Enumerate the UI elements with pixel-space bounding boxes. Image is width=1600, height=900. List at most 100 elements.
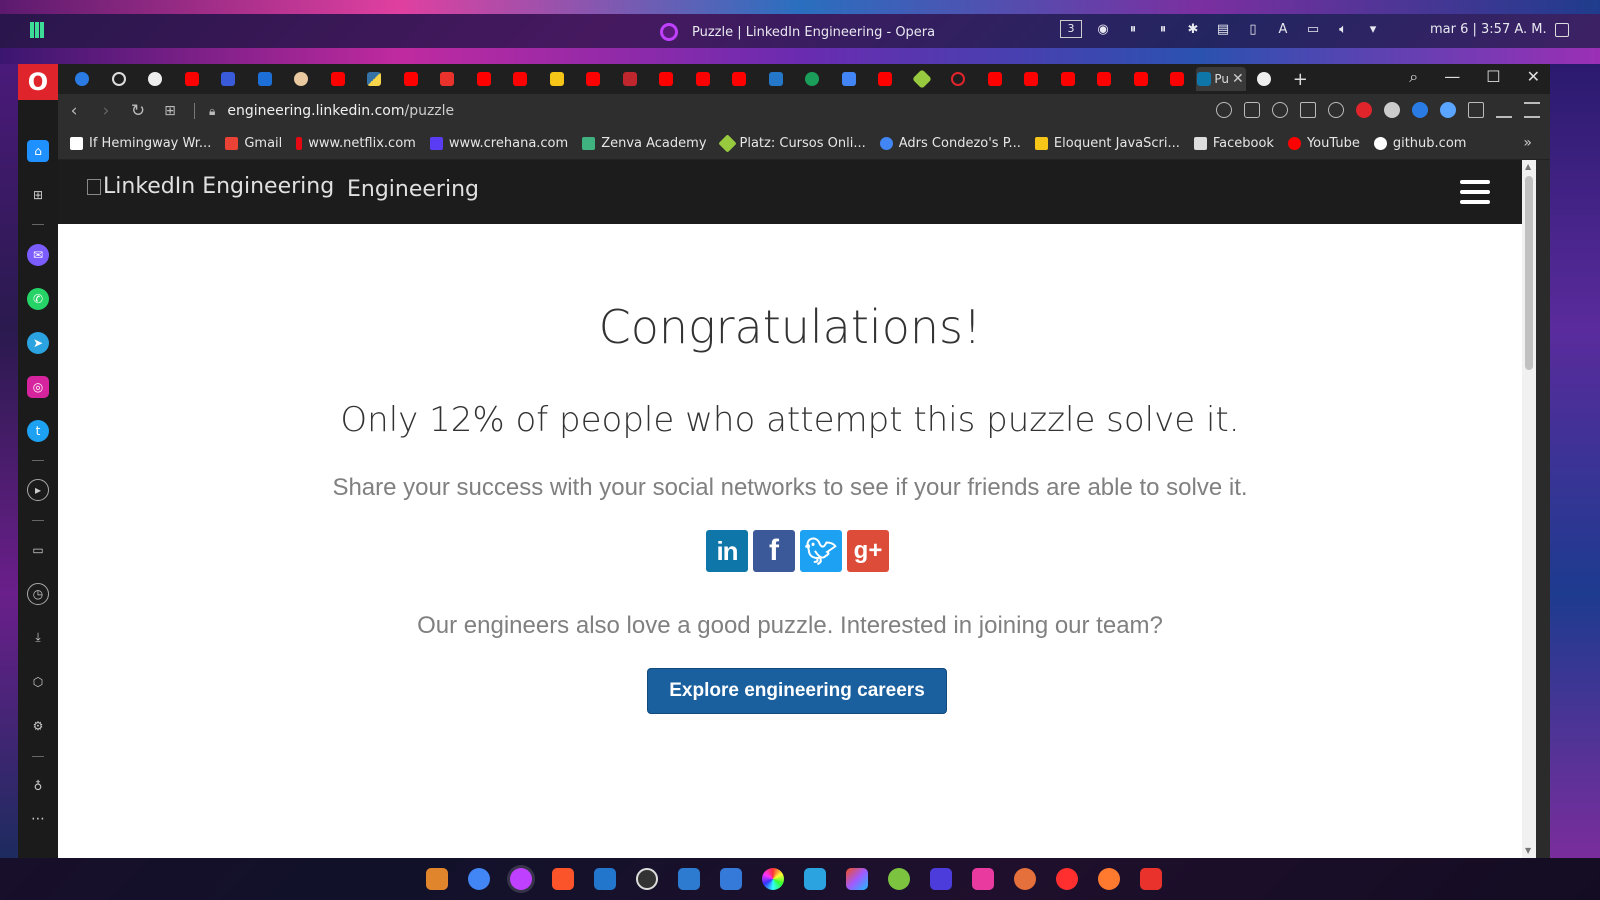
lock-icon[interactable]: 🔒︎ <box>209 104 215 119</box>
tab-active[interactable]: Pu ✕ <box>1195 67 1246 91</box>
obs-icon[interactable] <box>636 868 658 890</box>
bookmark-item[interactable]: Zenva Academy <box>582 136 707 151</box>
telegram-icon[interactable]: ➤ <box>27 332 49 354</box>
lightbulb-icon[interactable]: ♁ <box>27 775 49 797</box>
tab[interactable] <box>940 67 977 91</box>
workspace-indicator[interactable]: 3 <box>1060 20 1082 38</box>
chevron-down-icon[interactable]: ▾ <box>1364 20 1382 38</box>
tab[interactable] <box>721 67 758 91</box>
tab[interactable] <box>575 67 612 91</box>
downloads-icon[interactable]: ⤓ <box>27 626 49 648</box>
office-icon[interactable] <box>1140 868 1162 890</box>
keyboard-layout-icon[interactable]: A <box>1274 20 1292 38</box>
settings-icon[interactable] <box>1014 868 1036 890</box>
tab[interactable] <box>904 67 941 91</box>
tab[interactable] <box>1159 67 1196 91</box>
settings-icon[interactable]: ⚙ <box>27 715 49 737</box>
camera-icon[interactable] <box>1244 102 1260 118</box>
tab[interactable] <box>101 67 138 91</box>
bookmark-item[interactable]: Platz: Cursos Onli... <box>717 134 866 153</box>
tab[interactable] <box>539 67 576 91</box>
player-icon[interactable]: ▸ <box>27 479 49 501</box>
tab[interactable] <box>466 67 503 91</box>
tab[interactable] <box>174 67 211 91</box>
notes-icon[interactable] <box>972 868 994 890</box>
tab[interactable] <box>1123 67 1160 91</box>
easy-setup-icon[interactable] <box>1524 102 1540 118</box>
back-icon[interactable]: ‹ <box>58 101 90 121</box>
cloud-icon[interactable] <box>1384 102 1400 118</box>
opera-menu-button[interactable]: O <box>18 64 58 100</box>
clock[interactable]: mar 6 | 3:57 A. M. <box>1430 22 1547 37</box>
tab[interactable] <box>64 67 101 91</box>
game-icon[interactable]: ⊞ <box>27 184 49 206</box>
brave-icon[interactable] <box>552 868 574 890</box>
tab[interactable] <box>867 67 904 91</box>
bookmark-item[interactable]: YouTube <box>1287 136 1360 151</box>
bookmark-item[interactable]: Gmail <box>225 136 282 151</box>
telegram-icon[interactable] <box>804 868 826 890</box>
steam-icon[interactable] <box>888 868 910 890</box>
tab[interactable] <box>283 67 320 91</box>
bookmark-item[interactable]: Facebook <box>1193 136 1274 151</box>
tab[interactable] <box>247 67 284 91</box>
usb-icon[interactable]: ▯ <box>1244 20 1262 38</box>
pause-icon[interactable]: ⏸ <box>1154 20 1172 38</box>
close-window-icon[interactable]: ✕ <box>1527 67 1540 87</box>
terminal-icon[interactable] <box>678 868 700 890</box>
folder-icon[interactable] <box>426 868 448 890</box>
download-icon[interactable] <box>1496 102 1512 118</box>
bookmark-item[interactable]: www.crehana.com <box>429 136 568 151</box>
extensions-icon[interactable]: ⬡ <box>27 671 49 693</box>
my-flow-icon[interactable]: ▭ <box>27 539 49 561</box>
adblock-icon[interactable] <box>1356 102 1372 118</box>
gamepad-icon[interactable] <box>720 868 742 890</box>
show-desktop-icon[interactable] <box>1555 23 1569 37</box>
forward-icon[interactable]: › <box>90 101 122 121</box>
tab[interactable] <box>685 67 722 91</box>
tab[interactable] <box>648 67 685 91</box>
tab[interactable] <box>758 67 795 91</box>
tab[interactable] <box>794 67 831 91</box>
chrome-icon[interactable] <box>468 868 490 890</box>
tab[interactable] <box>1013 67 1050 91</box>
tab[interactable] <box>393 67 430 91</box>
krita-icon[interactable] <box>930 868 952 890</box>
zoom-icon[interactable] <box>1216 102 1232 118</box>
tab[interactable] <box>1246 67 1283 91</box>
heart-icon[interactable] <box>1328 102 1344 118</box>
search-tabs-icon[interactable]: ⌕ <box>1409 67 1418 87</box>
minimize-icon[interactable]: — <box>1444 67 1460 87</box>
slack-icon[interactable]: ✱ <box>1184 20 1202 38</box>
bookmark-item[interactable]: If Hemingway Wr... <box>70 136 211 151</box>
close-tab-icon[interactable]: ✕ <box>1232 71 1244 87</box>
facebook-share-button[interactable]: f <box>753 530 795 572</box>
explore-careers-button[interactable]: Explore engineering careers <box>647 668 947 714</box>
vscode-icon[interactable] <box>594 868 616 890</box>
page-scrollbar[interactable]: ▲ ▼ <box>1522 160 1536 858</box>
more-icon[interactable]: ⋯ <box>27 808 49 830</box>
maximize-icon[interactable]: ☐ <box>1486 67 1500 87</box>
tab[interactable] <box>1050 67 1087 91</box>
scroll-down-icon[interactable]: ▼ <box>1525 846 1531 855</box>
bookmark-item[interactable]: Eloquent JavaScri... <box>1034 136 1180 151</box>
scroll-up-icon[interactable]: ▲ <box>1525 162 1531 171</box>
tab[interactable] <box>429 67 466 91</box>
bookmark-item[interactable]: Adrs Condezo's P... <box>879 136 1021 151</box>
twitter-icon[interactable]: t <box>27 420 49 442</box>
tab[interactable] <box>831 67 868 91</box>
scrollbar-thumb[interactable] <box>1525 176 1533 370</box>
music-icon[interactable] <box>1098 868 1120 890</box>
app-menu-icon[interactable] <box>30 22 46 40</box>
color-picker-icon[interactable] <box>762 868 784 890</box>
tab[interactable] <box>1086 67 1123 91</box>
tracker-blocker-icon[interactable] <box>1272 102 1288 118</box>
home-icon[interactable]: ⌂ <box>27 140 49 162</box>
tab[interactable] <box>502 67 539 91</box>
history-icon[interactable]: ◷ <box>27 583 49 605</box>
pause-icon[interactable]: ⏸ <box>1124 20 1142 38</box>
volume-icon[interactable]: 🔈︎ <box>1334 20 1352 38</box>
instagram-icon[interactable]: ◎ <box>27 376 49 398</box>
linkedin-share-button[interactable]: in <box>706 530 748 572</box>
messenger-icon[interactable]: ✉ <box>27 244 49 266</box>
